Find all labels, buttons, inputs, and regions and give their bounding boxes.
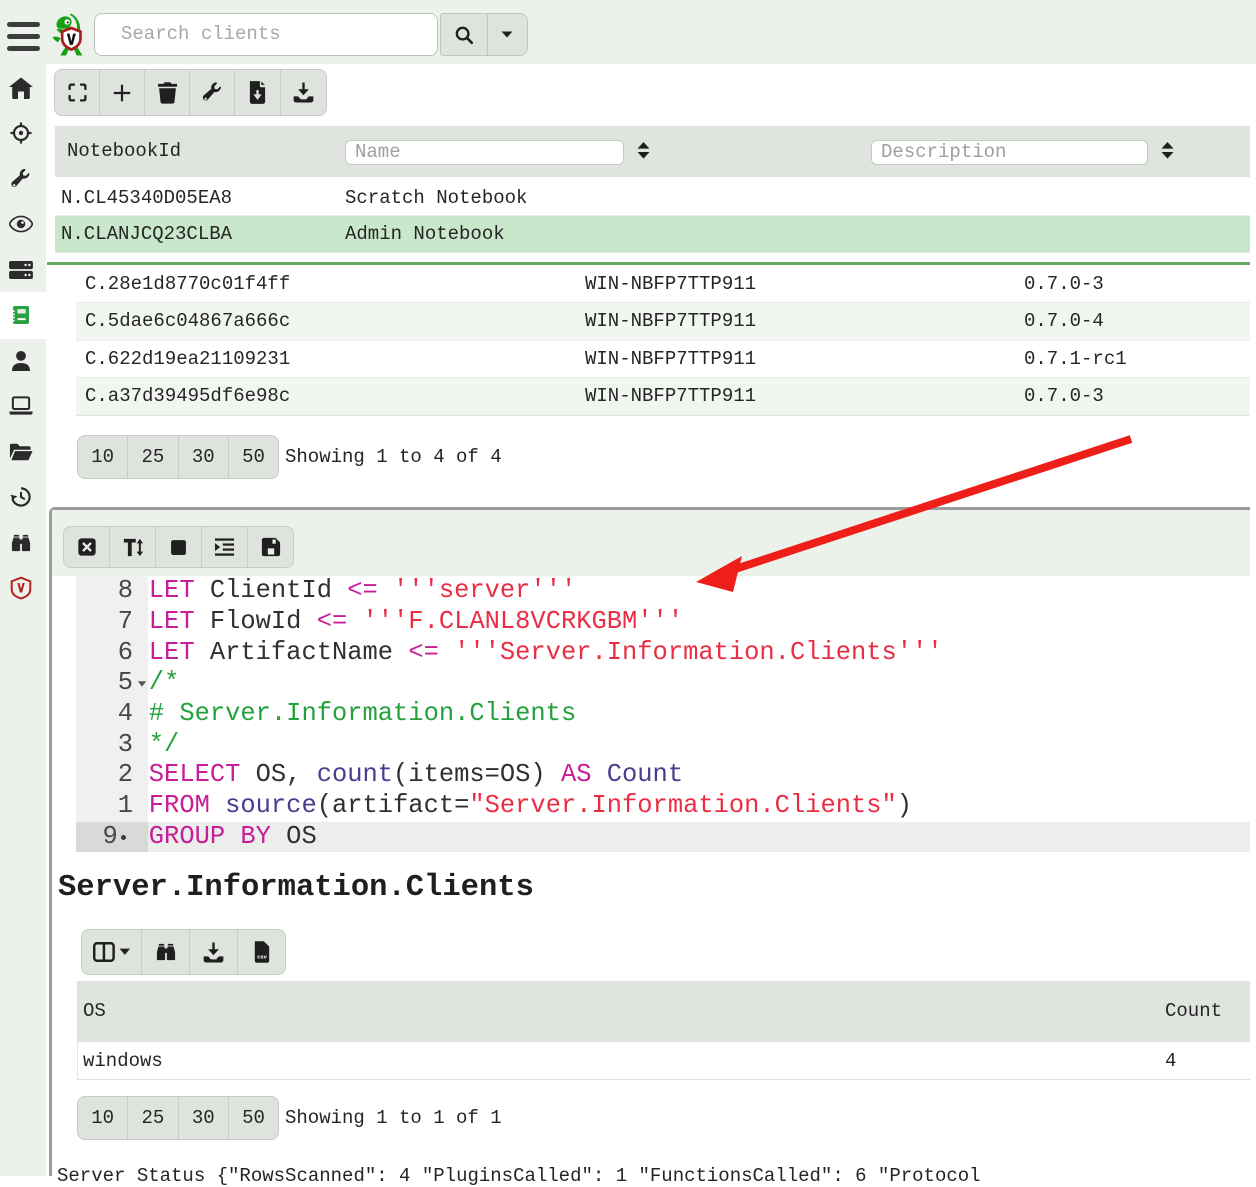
svg-text:csv: csv <box>257 954 268 960</box>
